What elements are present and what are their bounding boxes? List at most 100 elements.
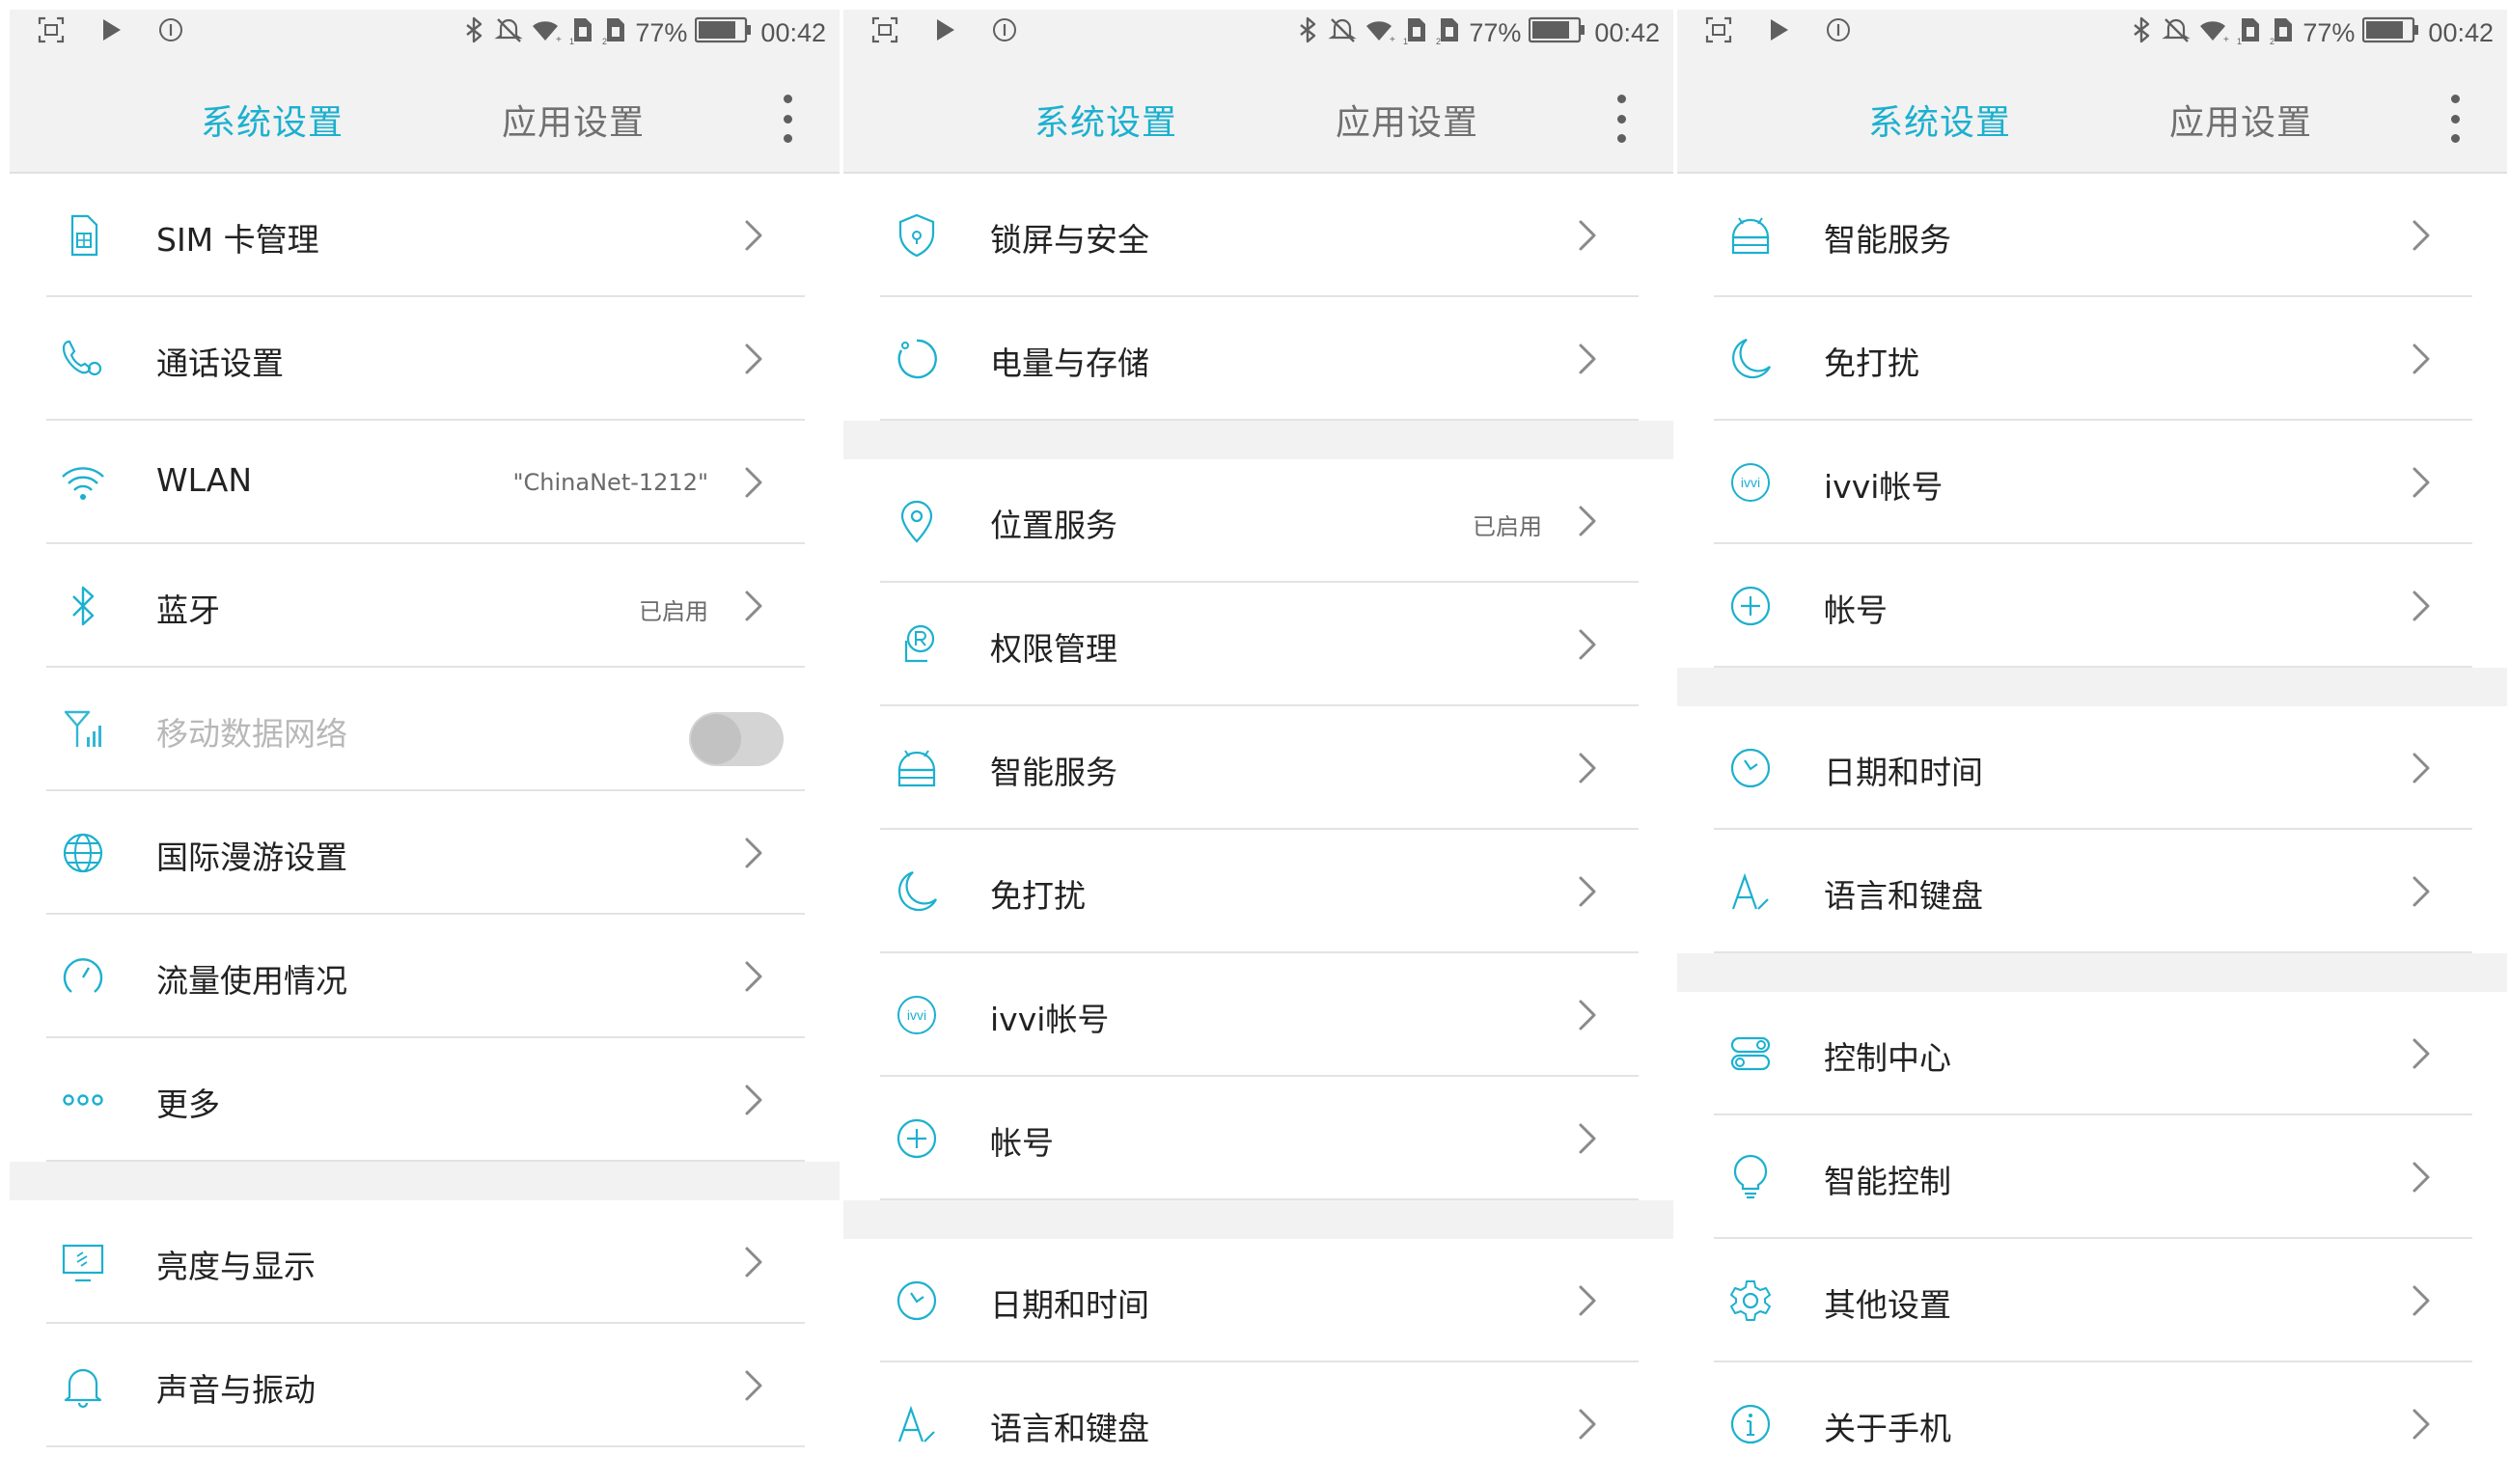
settings-row[interactable]: 锁屏与安全 [843,174,1673,297]
tab-app-settings[interactable]: 应用设置 [2169,95,2312,145]
settings-row[interactable]: 帐号 [843,1077,1673,1200]
section-divider [1677,953,2507,992]
chevron-right-icon [739,340,766,378]
chevron-right-icon [2407,463,2434,502]
settings-row-label: 免打扰 [990,877,1086,915]
section-divider [1677,668,2507,706]
settings-row-label: 锁屏与安全 [990,221,1149,259]
settings-row-label: 位置服务 [990,507,1117,544]
settings-row[interactable]: 控制中心 [1677,992,2507,1115]
mobile-data-toggle[interactable] [689,712,784,766]
plus-circle-icon [1725,581,1776,631]
settings-row-label: 日期和时间 [990,1286,1149,1324]
play-icon [930,15,959,48]
status-bar: +1 2 77% 00:42 [10,10,840,60]
overflow-menu-icon[interactable] [776,95,799,143]
settings-row[interactable]: 日期和时间 [843,1239,1673,1362]
settings-row: 移动数据网络 [10,668,840,791]
settings-row-label: 蓝牙 [156,591,220,629]
settings-row-label: 更多 [156,1086,220,1123]
settings-row[interactable]: WLAN "ChinaNet-1212" [10,421,840,544]
bluetooth-status-icon [459,15,486,51]
settings-row[interactable]: SIM 卡管理 [10,174,840,297]
battery-icon [695,15,753,51]
play-icon [96,15,125,48]
chevron-right-icon [1573,749,1600,787]
info-icon [1725,1399,1776,1449]
settings-row[interactable]: 亮度与显示 [10,1200,840,1324]
settings-row[interactable]: 其他设置 [1677,1239,2507,1362]
svg-text:+: + [1390,35,1395,44]
settings-row[interactable]: 蓝牙 已启用 [10,544,840,668]
settings-row[interactable]: 免打扰 [1677,297,2507,421]
settings-row[interactable]: 更多 [10,1038,840,1162]
settings-row[interactable]: 智能服务 [843,706,1673,830]
tab-app-settings[interactable]: 应用设置 [1336,95,1478,145]
svg-text:1: 1 [569,37,574,44]
settings-row[interactable]: 帐号 [1677,544,2507,668]
settings-row[interactable]: 智能服务 [1677,174,2507,297]
smart-service-icon [892,743,942,793]
mobile-data-icon [58,704,108,755]
settings-row[interactable]: 流量使用情况 [10,915,840,1038]
sim2-icon: 2 [602,15,627,51]
svg-text:1: 1 [2237,37,2242,44]
settings-row[interactable]: 免打扰 [843,830,1673,953]
globe-icon [58,828,108,878]
alert-circle-icon [990,15,1019,48]
screenshot-icon [1704,15,1733,48]
settings-row[interactable]: 日期和时间 [1677,706,2507,830]
display-icon [58,1237,108,1287]
tab-system-settings[interactable]: 系统设置 [1034,95,1177,145]
settings-list: SIM 卡管理通话设置 WLAN "ChinaNet-1212" 蓝牙 已启用移动数据网… [10,174,840,1447]
overflow-menu-icon[interactable] [1610,95,1633,143]
language-icon [1725,866,1776,917]
settings-row[interactable]: 智能控制 [1677,1115,2507,1239]
settings-row[interactable]: 语言和键盘 [843,1362,1673,1484]
settings-row[interactable]: ivvi ivvi帐号 [1677,421,2507,544]
bell-off-icon [494,15,524,51]
settings-row[interactable]: 关于手机 [1677,1362,2507,1484]
overflow-menu-icon[interactable] [2443,95,2467,143]
settings-row-label: 通话设置 [156,344,284,382]
shield-icon [892,210,942,261]
settings-list: 智能服务 免打扰 ivvi ivvi帐号 帐号日期和时间 语言和键盘控制中心 智能控制 其他设… [1677,174,2507,1484]
settings-row-label: ivvi帐号 [990,1001,1110,1038]
settings-row[interactable]: 声音与振动 [10,1324,840,1447]
clock-time: 00:42 [1594,18,1660,47]
chevron-right-icon [739,1366,766,1405]
settings-row-label: 移动数据网络 [156,715,347,753]
settings-row[interactable]: 位置服务 已启用 [843,459,1673,583]
screenshot-icon [870,15,899,48]
row-divider [880,1198,1639,1200]
clock-icon [892,1276,942,1326]
data-usage-icon [58,951,108,1002]
battery-icon [1529,15,1586,51]
settings-row-label: 电量与存储 [990,344,1149,382]
settings-row[interactable]: 通话设置 [10,297,840,421]
location-icon [892,496,942,546]
wifi-status-icon: + [2198,15,2229,51]
tab-app-settings[interactable]: 应用设置 [502,95,645,145]
screenshot-icon [37,15,66,48]
call-icon [58,334,108,384]
ivvi-icon: ivvi [892,990,942,1040]
settings-row[interactable]: 国际漫游设置 [10,791,840,915]
chevron-right-icon [2407,1281,2434,1320]
chevron-right-icon [2407,1034,2434,1073]
chevron-right-icon [2407,872,2434,911]
bluetooth-status-icon [1293,15,1320,51]
tab-system-settings[interactable]: 系统设置 [1868,95,2011,145]
settings-panel: +1 2 77% 00:42 系统设置 应用设置 SIM 卡管理 通话设置 WLAN "China… [10,0,840,1484]
tab-system-settings[interactable]: 系统设置 [201,95,344,145]
settings-row[interactable]: 权限管理 [843,583,1673,706]
settings-row[interactable]: ivvi ivvi帐号 [843,953,1673,1077]
chevron-right-icon [1573,872,1600,911]
settings-row[interactable]: 语言和键盘 [1677,830,2507,953]
alert-circle-icon [1824,15,1853,48]
chevron-right-icon [2407,749,2434,787]
settings-row-label: 智能服务 [990,754,1117,791]
settings-row[interactable]: 电量与存储 [843,297,1673,421]
more-icon [58,1075,108,1125]
settings-row-label: 关于手机 [1824,1410,1951,1447]
